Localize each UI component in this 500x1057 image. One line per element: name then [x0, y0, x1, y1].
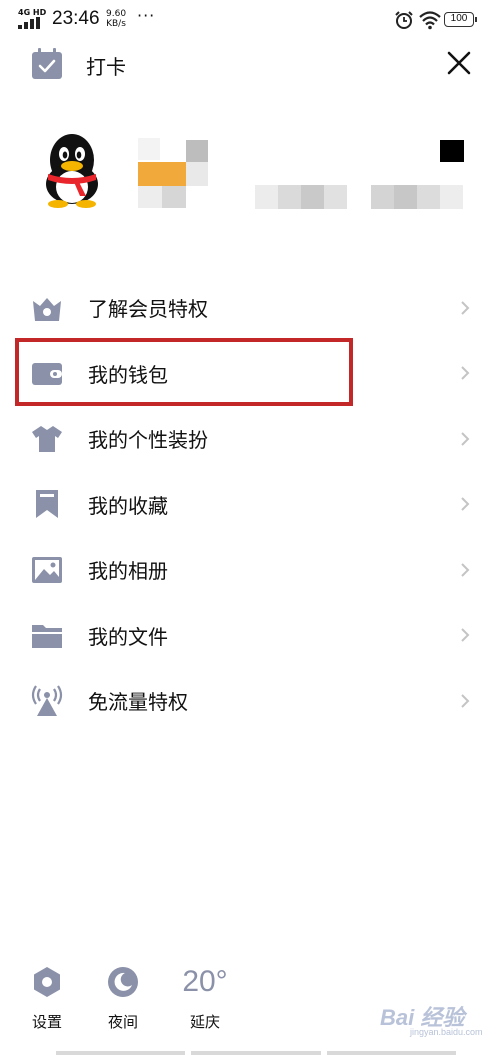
crown-icon — [33, 297, 61, 321]
calendar-check-icon[interactable] — [30, 47, 64, 81]
bottom-indicator-bar — [56, 1051, 456, 1055]
menu-item-label: 我的文件 — [88, 624, 168, 649]
menu-item-album[interactable]: 我的相册 — [0, 537, 500, 603]
chevron-right-icon — [461, 301, 470, 315]
night-label: 夜间 — [107, 1013, 138, 1031]
settings-button[interactable]: 设置 — [17, 965, 77, 1032]
tshirt-icon — [32, 425, 62, 452]
chevron-right-icon — [461, 563, 470, 577]
drawer-header: 打卡 — [0, 40, 500, 90]
indicator-segment — [191, 1051, 321, 1055]
indicator-segment — [326, 1051, 456, 1055]
network-indicator: 4G HD — [18, 8, 47, 17]
menu-item-label: 我的相册 — [88, 559, 168, 584]
menu-item-vip-privileges[interactable]: 了解会员特权 — [0, 275, 500, 341]
signal-tower-icon — [31, 685, 63, 716]
menu-item-files[interactable]: 我的文件 — [0, 603, 500, 669]
indicator-segment — [56, 1051, 186, 1055]
speed-value: 9.60 — [106, 9, 127, 19]
menu-item-label: 了解会员特权 — [88, 297, 208, 322]
image-icon — [32, 556, 62, 583]
wifi-icon — [419, 11, 441, 30]
more-notifications: ··· — [137, 6, 156, 25]
network-speed: 9.60 KB/s — [106, 9, 126, 29]
watermark-url: jingyan.baidu.com — [410, 1027, 483, 1037]
menu-item-free-data[interactable]: 免流量特权 — [0, 668, 500, 734]
chevron-right-icon — [461, 628, 470, 642]
close-icon[interactable] — [442, 46, 476, 80]
menu-item-label: 我的个性装扮 — [88, 428, 208, 453]
menu-item-label: 我的收藏 — [88, 493, 168, 518]
bookmark-icon — [36, 490, 58, 519]
battery-indicator: 100 — [444, 12, 477, 27]
chevron-right-icon — [461, 432, 470, 446]
settings-icon — [34, 967, 60, 997]
avatar[interactable] — [40, 132, 104, 208]
speed-unit: KB/s — [106, 19, 126, 29]
menu-item-favorites[interactable]: 我的收藏 — [0, 472, 500, 538]
status-time: 23:46 — [52, 8, 100, 29]
weather-widget[interactable]: 20° 延庆 — [175, 965, 235, 1032]
weather-city: 延庆 — [189, 1013, 220, 1031]
chevron-right-icon — [461, 366, 470, 380]
folder-icon — [32, 625, 62, 649]
moon-icon — [108, 967, 138, 997]
chevron-right-icon — [461, 497, 470, 511]
checkin-label[interactable]: 打卡 — [86, 51, 126, 80]
alarm-icon — [395, 11, 413, 29]
settings-label: 设置 — [31, 1013, 62, 1031]
night-mode-button[interactable]: 夜间 — [93, 965, 153, 1032]
signal-icon — [18, 17, 40, 29]
menu-item-personal-decoration[interactable]: 我的个性装扮 — [0, 406, 500, 472]
highlight-box — [15, 338, 353, 406]
menu-item-label: 免流量特权 — [88, 690, 188, 715]
status-bar: 4G HD 23:46 9.60 KB/s ··· 100 — [0, 0, 500, 40]
chevron-right-icon — [461, 694, 470, 708]
weather-temperature: 20° — [182, 965, 228, 998]
